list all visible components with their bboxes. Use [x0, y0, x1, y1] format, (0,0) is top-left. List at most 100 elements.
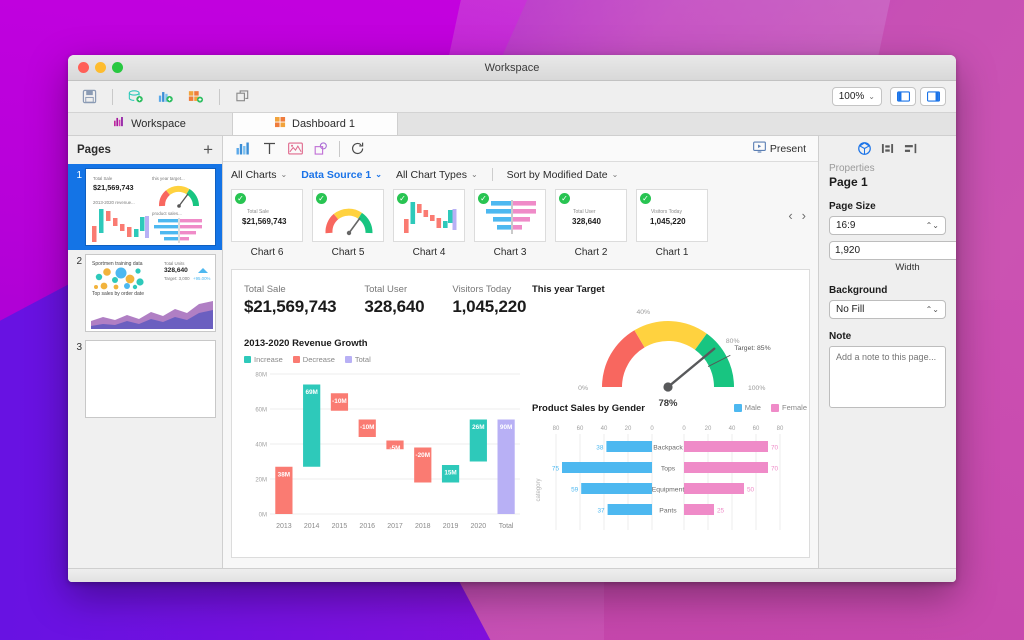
- properties-tabs: [829, 136, 946, 163]
- svg-text:Tops: Tops: [661, 466, 676, 473]
- page-size-select[interactable]: 16:9 ⌃⌄: [829, 216, 946, 235]
- svg-text:15M: 15M: [444, 470, 456, 477]
- gallery-card-chart-4[interactable]: ✓ Chart 4: [393, 189, 465, 258]
- svg-text:category: category: [536, 478, 542, 501]
- duplicate-icon[interactable]: [232, 87, 254, 107]
- gallery-next-button[interactable]: ›: [802, 208, 806, 223]
- gallery-card-chart-2[interactable]: ✓ Total User 328,640 Chart 2: [555, 189, 627, 258]
- width-input[interactable]: [829, 241, 956, 260]
- kpi-visitors-today-label: Visitors Today: [452, 284, 526, 295]
- gallery-card-chart-1[interactable]: ✓ Visitors Today 1,045,220 Chart 1: [636, 189, 708, 258]
- page-thumb-3[interactable]: 3: [68, 336, 222, 422]
- tab-workspace[interactable]: Workspace: [68, 113, 233, 135]
- layout-icon[interactable]: [881, 142, 894, 160]
- svg-text:80: 80: [777, 426, 784, 432]
- properties-panel: Properties Page 1 Page Size 16:9 ⌃⌄ ⌃⌄ W…: [818, 136, 956, 568]
- image-icon[interactable]: [283, 139, 307, 159]
- chevron-down-icon: ⌄: [471, 170, 478, 179]
- page-size-value: 16:9: [836, 220, 855, 231]
- filter-chart-types[interactable]: All Chart Types ⌄: [396, 169, 478, 181]
- chart-gallery: ✓ Total Sale $21,569,743 Chart 6 ✓: [223, 187, 818, 265]
- svg-text:20M: 20M: [255, 478, 267, 484]
- check-icon: ✓: [640, 193, 651, 204]
- gauge-widget[interactable]: This year Target 0%40%80%100%Target: 85%…: [532, 284, 807, 412]
- chevron-down-icon: ⌄: [281, 170, 288, 179]
- window-body: Pages + 1 Total Sale $21,569,743 2013-20…: [68, 136, 956, 568]
- present-label: Present: [770, 143, 806, 155]
- add-dashboard-icon[interactable]: [185, 87, 207, 107]
- thumb1-waterfall-label: 2013-2020 revenue...: [93, 200, 135, 205]
- legend-decrease: Decrease: [293, 355, 335, 364]
- svg-text:40: 40: [729, 426, 736, 432]
- revenue-waterfall-legend: Increase Decrease Total: [244, 355, 524, 364]
- product-sales-title: Product Sales by Gender: [532, 403, 645, 414]
- svg-text:2013: 2013: [276, 523, 292, 530]
- svg-text:2015: 2015: [332, 523, 348, 530]
- gauge-title: This year Target: [532, 284, 807, 295]
- revenue-waterfall-widget[interactable]: 2013-2020 Revenue Growth Increase Decrea…: [244, 338, 524, 545]
- chevron-updown-icon: ⌃⌄: [926, 305, 939, 314]
- text-icon[interactable]: [257, 139, 281, 159]
- svg-text:20: 20: [705, 426, 712, 432]
- filter-all-charts[interactable]: All Charts ⌄: [231, 169, 287, 181]
- zoom-level-select[interactable]: 100% ⌄: [832, 87, 882, 106]
- svg-text:2016: 2016: [359, 523, 375, 530]
- toolbar-right-group: 100% ⌄: [832, 87, 946, 106]
- filter-sort[interactable]: Sort by Modified Date ⌄: [507, 169, 619, 181]
- thumb1-kpi-label: Total Sale: [93, 176, 112, 181]
- page-thumb-2[interactable]: 2 Sportmen training data Total Units 328…: [68, 250, 222, 336]
- dashboard-toolbar-divider: [339, 141, 340, 157]
- svg-text:Total: Total: [499, 523, 514, 530]
- width-caption: Width: [829, 262, 956, 273]
- kpi-visitors-today[interactable]: Visitors Today 1,045,220: [452, 284, 526, 317]
- kpi-total-user[interactable]: Total User 328,640: [364, 284, 424, 317]
- page-thumb-1[interactable]: 1 Total Sale $21,569,743 2013-2020 reven…: [68, 164, 222, 250]
- tab-dashboard-1[interactable]: Dashboard 1: [233, 113, 398, 135]
- thumb1-bars-label: product sales...: [152, 211, 182, 216]
- align-icon[interactable]: [904, 142, 917, 160]
- product-sales-plot: 806040200020406080category3870Backpack75…: [532, 420, 804, 538]
- note-textarea[interactable]: [829, 346, 946, 408]
- filter-data-source-label: Data Source 1: [301, 169, 371, 181]
- present-button[interactable]: Present: [753, 141, 810, 156]
- properties-icon[interactable]: [858, 142, 871, 160]
- chart-icon[interactable]: [231, 139, 255, 159]
- tab-bar: Workspace Dashboard 1: [68, 113, 956, 136]
- save-icon[interactable]: [78, 87, 100, 107]
- filter-data-source[interactable]: Data Source 1 ⌄: [301, 169, 382, 181]
- gallery-2-label: Total User: [573, 209, 596, 215]
- svg-text:37: 37: [597, 508, 605, 515]
- background-select[interactable]: No Fill ⌃⌄: [829, 300, 946, 319]
- svg-text:-20M: -20M: [415, 452, 430, 459]
- gallery-card-chart-6[interactable]: ✓ Total Sale $21,569,743 Chart 6: [231, 189, 303, 258]
- thumb1-kpi-value: $21,569,743: [93, 183, 134, 192]
- gallery-name-chart-5: Chart 5: [332, 247, 365, 258]
- pages-title: Pages: [77, 144, 111, 156]
- kpi-total-user-value: 328,640: [364, 297, 424, 317]
- add-data-icon[interactable]: [125, 87, 147, 107]
- gallery-thumb-chart-5: ✓: [312, 189, 384, 242]
- gauge-plot: 0%40%80%100%Target: 85%78%: [532, 299, 804, 407]
- thumb1-bars-mini: [150, 218, 212, 244]
- chevron-down-icon: ⌄: [375, 170, 382, 179]
- status-bar: [68, 568, 956, 582]
- left-panel-toggle[interactable]: [890, 87, 916, 106]
- refresh-icon[interactable]: [346, 139, 370, 159]
- gallery-1-value: 1,045,220: [650, 217, 686, 226]
- gallery-2-value: 328,640: [572, 217, 601, 226]
- gallery-prev-button[interactable]: ‹: [788, 208, 792, 223]
- check-icon: ✓: [316, 193, 327, 204]
- right-panel-toggle[interactable]: [920, 87, 946, 106]
- add-chart-icon[interactable]: [155, 87, 177, 107]
- gallery-card-chart-5[interactable]: ✓ Chart 5: [312, 189, 384, 258]
- kpi-total-sale[interactable]: Total Sale $21,569,743: [244, 284, 336, 317]
- panel-toggle-group: [890, 87, 946, 106]
- add-page-button[interactable]: +: [203, 141, 213, 158]
- thumb2-kpi-target: Target: 3,000: [164, 276, 190, 281]
- svg-text:0M: 0M: [259, 513, 267, 519]
- shape-icon[interactable]: [309, 139, 333, 159]
- background-label: Background: [829, 285, 946, 296]
- dashboard-canvas[interactable]: Total Sale $21,569,743 Total User 328,64…: [231, 269, 810, 558]
- product-sales-widget[interactable]: Product Sales by Gender Male Female 8060…: [532, 403, 807, 543]
- gallery-card-chart-3[interactable]: ✓ Chart 3: [474, 189, 546, 258]
